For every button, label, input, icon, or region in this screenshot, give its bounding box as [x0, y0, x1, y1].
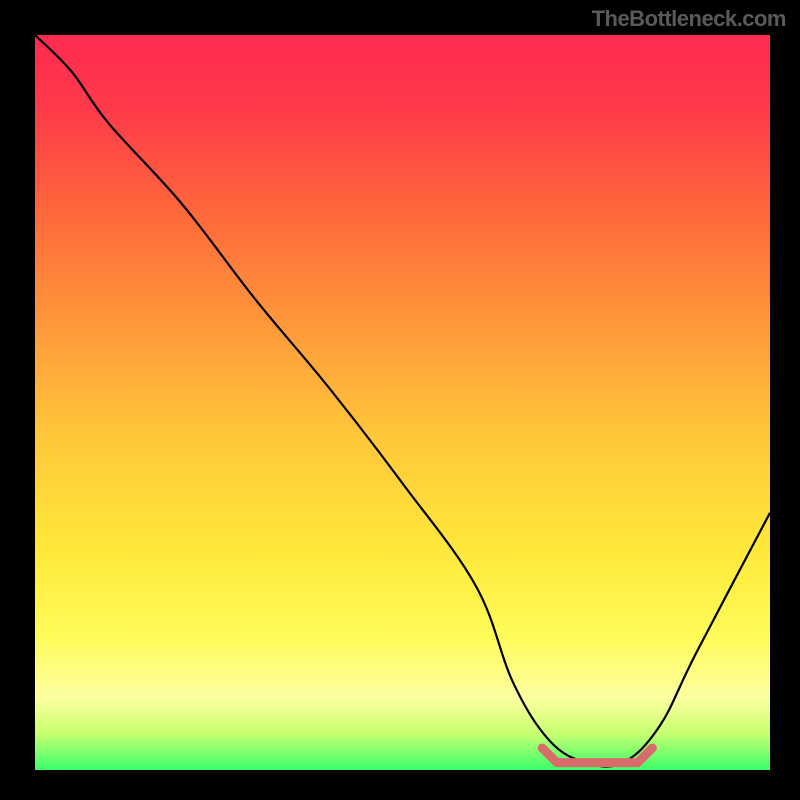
bottleneck-curve [35, 35, 770, 767]
plot-area [35, 35, 770, 770]
chart-container: TheBottleneck.com [0, 0, 800, 800]
curve-svg [35, 35, 770, 770]
watermark-text: TheBottleneck.com [592, 6, 786, 32]
